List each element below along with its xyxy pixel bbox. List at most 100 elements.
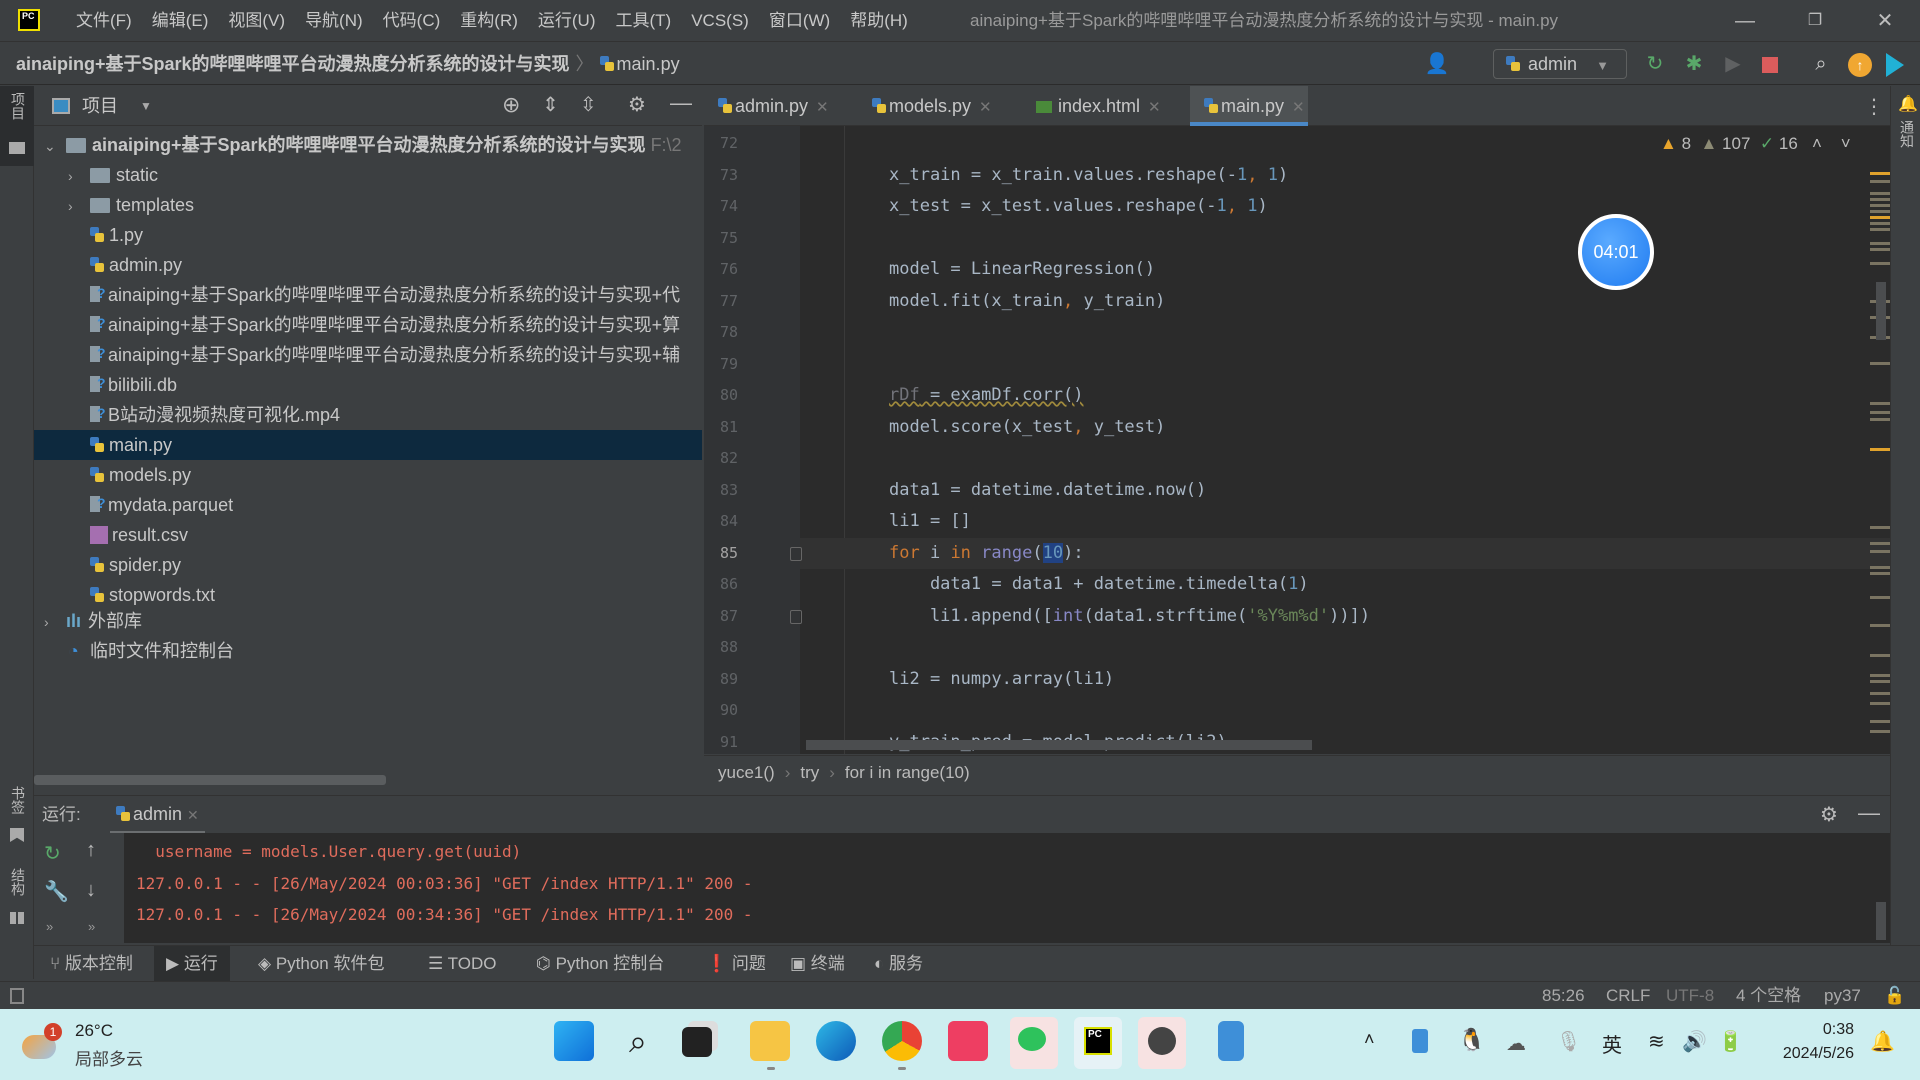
fold-marker-icon[interactable]	[790, 546, 802, 561]
error-stripe-mark[interactable]	[1870, 402, 1890, 405]
menu-item[interactable]: 重构(R)	[450, 0, 528, 42]
chevron-right-icon[interactable]: ›	[44, 607, 66, 637]
error-stripe-mark[interactable]	[1870, 242, 1890, 245]
tree-root[interactable]: ⌄ ainaiping+基于Spark的哔哩哔哩平台动漫热度分析系统的设计与实现 …	[44, 130, 682, 160]
error-stripe-mark[interactable]	[1870, 222, 1890, 225]
chevron-right-icon[interactable]: ›	[68, 191, 90, 221]
error-stripe-mark[interactable]	[1870, 654, 1890, 657]
error-stripe-mark[interactable]	[1870, 624, 1890, 627]
search-icon[interactable]: ⌕	[618, 1021, 658, 1061]
tool-python-packages[interactable]: ◈ Python 软件包	[258, 946, 384, 982]
error-stripe-mark[interactable]	[1870, 542, 1890, 545]
nav-project[interactable]: ainaiping+基于Spark的哔哩哔哩平台动漫热度分析系统的设计与实现	[16, 54, 570, 74]
menu-item[interactable]: 编辑(E)	[142, 0, 219, 42]
media-app-icon[interactable]	[948, 1021, 988, 1061]
user-app-icon[interactable]	[1138, 1017, 1186, 1069]
tool-problems[interactable]: ❗ 问题	[706, 946, 766, 982]
chrome-browser-icon[interactable]	[882, 1021, 922, 1061]
view-dropdown-icon[interactable]: ▼	[140, 86, 152, 126]
error-stripe-mark[interactable]	[1870, 566, 1890, 569]
console-scrollbar[interactable]	[1876, 902, 1886, 940]
fold-marker-icon[interactable]	[790, 609, 802, 624]
wifi-icon[interactable]: ≋	[1648, 1029, 1665, 1054]
error-stripe-mark[interactable]	[1870, 526, 1890, 529]
file-encoding[interactable]: UTF-8	[1666, 982, 1714, 1010]
plugin-logo-icon[interactable]	[1886, 53, 1904, 77]
error-stripe-mark[interactable]	[1870, 172, 1890, 175]
code-line[interactable]: li1.append([int(data1.strftime('%Y%m%d')…	[889, 606, 1370, 626]
error-stripe-mark[interactable]	[1870, 674, 1890, 677]
tree-item[interactable]: › templates	[68, 190, 194, 220]
editor-vertical-scrollbar[interactable]	[1876, 282, 1886, 340]
code-line[interactable]: model.fit(x_train, y_train)	[889, 291, 1165, 311]
nav-file[interactable]: main.py	[617, 54, 680, 74]
error-stripe-mark[interactable]	[1870, 720, 1890, 723]
error-stripe-mark[interactable]	[1870, 248, 1890, 251]
usb-icon[interactable]	[1412, 1029, 1428, 1053]
debug-bug-icon[interactable]: ✱	[1681, 51, 1707, 77]
menu-item[interactable]: 工具(T)	[606, 0, 682, 42]
error-stripe-mark[interactable]	[1870, 572, 1890, 575]
menu-item[interactable]: 帮助(H)	[840, 0, 918, 42]
code-line[interactable]: li2 = numpy.array(li1)	[889, 669, 1114, 689]
error-stripe-mark[interactable]	[1870, 204, 1890, 207]
close-button[interactable]: ✕	[1850, 0, 1920, 42]
crumb-for[interactable]: for i in range(10)	[845, 763, 970, 782]
next-highlight-icon[interactable]: ˅	[1841, 134, 1851, 154]
recording-timer[interactable]: 04:01	[1578, 214, 1654, 290]
stop-icon[interactable]	[1762, 57, 1778, 73]
ime-indicator[interactable]: 英	[1602, 1029, 1622, 1058]
menu-item[interactable]: 文件(F)	[66, 0, 142, 42]
menu-item[interactable]: 视图(V)	[218, 0, 295, 42]
tree-item[interactable]: result.csv	[90, 520, 188, 550]
tree-item[interactable]: ainaiping+基于Spark的哔哩哔哩平台动漫热度分析系统的设计与实现+辅	[90, 338, 680, 370]
interpreter[interactable]: py37	[1824, 982, 1861, 1010]
wrench-icon[interactable]: 🔧	[44, 879, 69, 904]
error-stripe-mark[interactable]	[1870, 228, 1890, 231]
tree-item[interactable]: 1.py	[90, 220, 143, 250]
locate-file-icon[interactable]: ⊕	[502, 92, 520, 118]
start-menu-icon[interactable]	[554, 1021, 594, 1061]
code-editor[interactable]	[704, 126, 1890, 754]
tool-version-control[interactable]: ⑂ 版本控制	[50, 946, 133, 982]
hide-panel-icon[interactable]: —	[670, 90, 692, 116]
error-stripe-mark[interactable]	[1870, 262, 1890, 265]
error-stripe-mark[interactable]	[1870, 198, 1890, 201]
code-line[interactable]: model.score(x_test, y_test)	[889, 417, 1165, 437]
volume-icon[interactable]: 🔊	[1682, 1029, 1707, 1054]
gear-icon[interactable]: ⚙	[1820, 802, 1838, 827]
tab-admin-py[interactable]: admin.py ✕	[704, 86, 829, 126]
code-line[interactable]: x_test = x_test.values.reshape(-1, 1)	[889, 196, 1268, 216]
wechat-icon[interactable]	[1010, 1017, 1058, 1069]
code-line[interactable]: data1 = data1 + datetime.timedelta(1)	[889, 574, 1309, 594]
error-stripe-mark[interactable]	[1870, 411, 1890, 414]
coverage-icon[interactable]: ▶	[1720, 51, 1746, 77]
hide-panel-icon[interactable]: —	[1858, 800, 1880, 826]
notifications-tool-button[interactable]: 通知	[1897, 120, 1917, 148]
panel-toggle-icon[interactable]	[10, 988, 24, 1004]
pycharm-logo-icon[interactable]: PC	[18, 9, 40, 31]
tree-item[interactable]: B站动漫视频热度可视化.mp4	[90, 398, 340, 430]
prev-highlight-icon[interactable]: ˄	[1812, 134, 1822, 154]
battery-icon[interactable]: 🔋	[1718, 1029, 1743, 1054]
error-stripe-mark[interactable]	[1870, 596, 1890, 599]
code-line[interactable]: rDf = examDf.corr()	[889, 385, 1083, 405]
microphone-icon[interactable]: 🎙	[1556, 1029, 1581, 1054]
weather-widget[interactable]: 1	[22, 1023, 62, 1061]
rerun-icon[interactable]: ↻	[1642, 51, 1668, 77]
rerun-icon[interactable]: ↻	[44, 841, 61, 866]
close-tab-icon[interactable]: ✕	[1292, 99, 1305, 116]
more-tabs-icon[interactable]: ⋮	[1864, 94, 1884, 119]
file-explorer-icon[interactable]	[750, 1021, 790, 1061]
onedrive-icon[interactable]: ☁	[1506, 1031, 1526, 1056]
close-tab-icon[interactable]: ✕	[816, 99, 829, 116]
menu-item[interactable]: 代码(C)	[373, 0, 451, 42]
notification-bell-icon[interactable]: 🔔	[1870, 1029, 1895, 1054]
close-tab-icon[interactable]: ✕	[1148, 99, 1161, 116]
notepad-icon[interactable]	[1218, 1021, 1244, 1061]
tree-item[interactable]: ainaiping+基于Spark的哔哩哔哩平台动漫热度分析系统的设计与实现+算	[90, 308, 680, 340]
bookmarks-tool-button[interactable]: 书签	[8, 786, 28, 814]
error-stripe-mark[interactable]	[1870, 680, 1890, 683]
more-icon[interactable]: »	[46, 919, 53, 934]
tree-item[interactable]: bilibili.db	[90, 368, 177, 400]
